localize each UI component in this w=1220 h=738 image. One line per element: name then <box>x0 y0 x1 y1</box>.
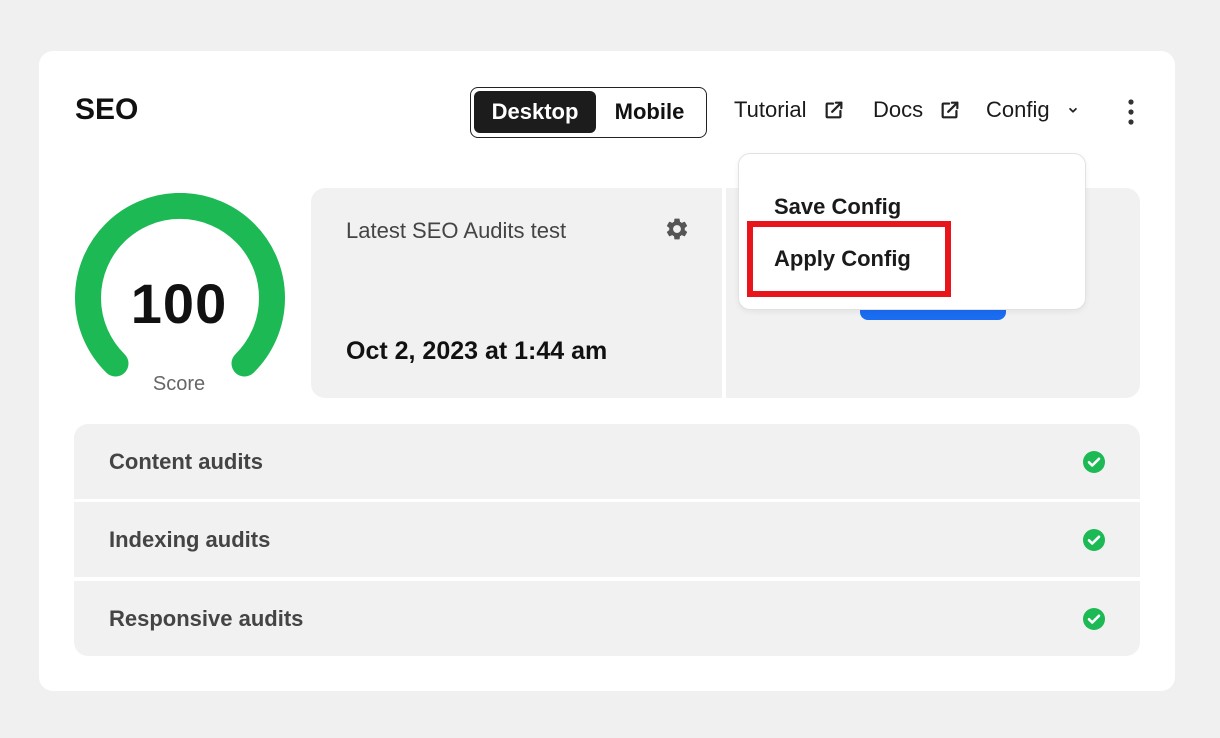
apply-config-highlight <box>747 221 951 297</box>
page-title: SEO <box>75 93 139 126</box>
score-gauge: 100 Score <box>73 192 285 398</box>
audit-row-responsive[interactable]: Responsive audits <box>74 581 1140 656</box>
audit-row-content[interactable]: Content audits <box>74 424 1140 499</box>
external-link-icon <box>825 101 842 119</box>
external-link-icon <box>941 101 959 119</box>
latest-test-date: Oct 2, 2023 at 1:44 am <box>346 337 608 365</box>
panel-divider <box>722 188 726 398</box>
score-value: 100 <box>130 272 228 335</box>
tutorial-link[interactable]: Tutorial <box>734 97 845 123</box>
audit-label: Indexing audits <box>109 526 271 552</box>
desktop-tab[interactable]: Desktop <box>474 91 596 133</box>
device-toggle: Desktop Mobile <box>470 87 707 138</box>
latest-test-label: Latest SEO Audits test <box>346 218 567 243</box>
seo-card: SEO Desktop Mobile Tutorial Docs Config <box>39 51 1175 691</box>
config-dropdown[interactable]: Config <box>986 97 1080 123</box>
audit-label: Responsive audits <box>109 605 304 631</box>
gear-icon[interactable] <box>664 216 690 242</box>
chevron-down-icon <box>1068 107 1077 113</box>
check-circle-icon <box>1083 528 1105 551</box>
check-circle-icon <box>1083 607 1105 630</box>
more-options-icon[interactable] <box>1121 97 1141 127</box>
docs-label: Docs <box>873 97 924 122</box>
check-circle-icon <box>1083 450 1105 473</box>
mobile-tab[interactable]: Mobile <box>596 91 703 133</box>
save-config-item[interactable]: Save Config <box>774 194 901 220</box>
score-label: Score <box>152 373 206 395</box>
audit-row-indexing[interactable]: Indexing audits <box>74 502 1140 577</box>
tutorial-label: Tutorial <box>734 97 807 122</box>
config-label: Config <box>986 97 1050 122</box>
docs-link[interactable]: Docs <box>873 97 961 123</box>
audit-label: Content audits <box>109 448 263 474</box>
audits-list: Content audits Indexing audits Responsiv… <box>74 424 1140 656</box>
